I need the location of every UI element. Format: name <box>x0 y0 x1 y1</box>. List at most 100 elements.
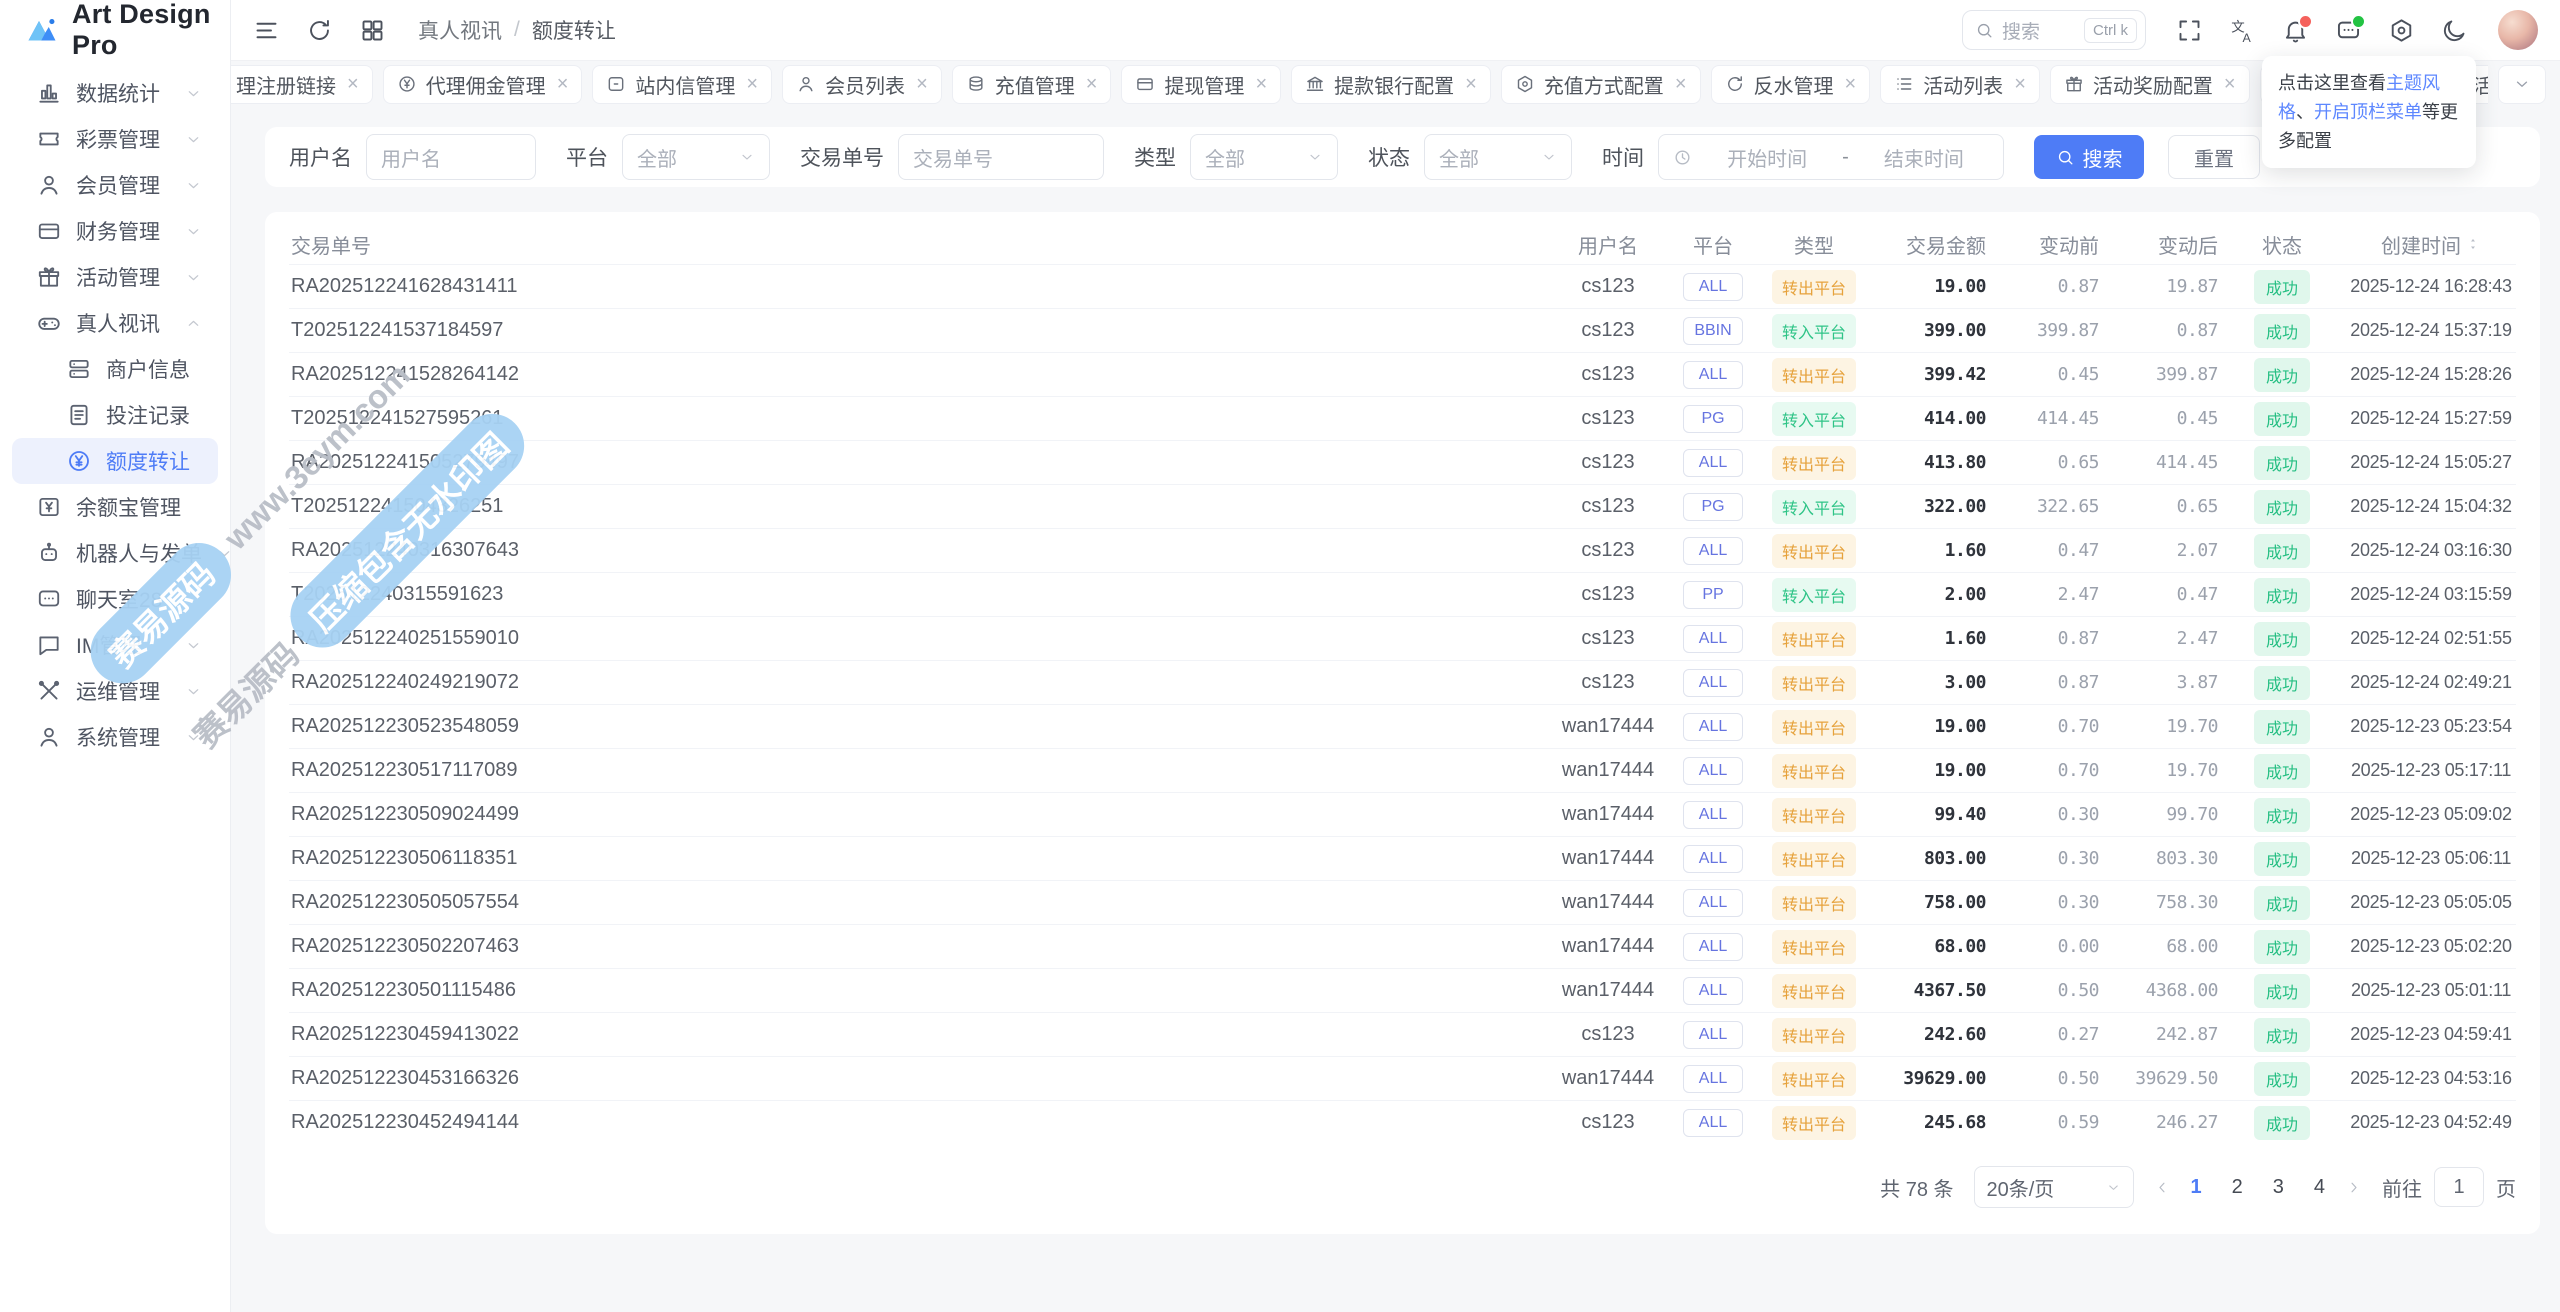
page-number-3[interactable]: 3 <box>2273 1176 2284 1199</box>
close-icon[interactable]: × <box>1845 74 1857 94</box>
close-icon[interactable]: × <box>1086 74 1098 94</box>
page-number-2[interactable]: 2 <box>2232 1176 2243 1199</box>
next-page-button[interactable] <box>2345 1179 2362 1196</box>
app-root: Art Design Pro 数据统计 彩票管理 会员管理 财务管理 活动管理 真人视讯商… <box>0 0 2560 1312</box>
tab-item[interactable]: 会员列表 × <box>782 64 942 104</box>
table-row[interactable]: RA202512240316307643 cs123 ALL 转出平台 1.60 0.47… <box>289 528 2516 572</box>
chevron-down-icon <box>185 269 202 286</box>
sidebar-item[interactable]: IM管理 <box>12 622 218 668</box>
table-row[interactable]: RA202512230505057554 wan17444 ALL 转出平台 758.0… <box>289 880 2516 924</box>
page-number-4[interactable]: 4 <box>2314 1176 2325 1199</box>
tab-item[interactable]: 反水管理 × <box>1710 64 1871 104</box>
messages-icon[interactable] <box>2335 13 2366 44</box>
user-avatar[interactable] <box>2498 10 2538 50</box>
table-row[interactable]: RA202512240249219072 cs123 ALL 转出平台 3.00 0.87… <box>289 660 2516 704</box>
close-icon[interactable]: × <box>1465 74 1477 94</box>
sidebar-item[interactable]: 聊天室28 <box>12 576 218 622</box>
table-row[interactable]: RA202512230502207463 wan17444 ALL 转出平台 68.00… <box>289 924 2516 968</box>
global-search-input[interactable]: 搜索 Ctrl k <box>1962 10 2146 50</box>
sidebar-item[interactable]: 彩票管理 <box>12 116 218 162</box>
table-row[interactable]: RA202512230453166326 wan17444 ALL 转出平台 39629… <box>289 1056 2516 1100</box>
collapse-menu-icon[interactable] <box>253 17 280 44</box>
table-row[interactable]: RA202512241505279497 cs123 ALL 转出平台 413.80 0.… <box>289 440 2516 484</box>
table-row[interactable]: RA202512230506118351 wan17444 ALL 转出平台 803.0… <box>289 836 2516 880</box>
cell-id: RA202512241628431411 <box>291 275 518 297</box>
table-row[interactable]: RA202512230501115486 wan17444 ALL 转出平台 4367.… <box>289 968 2516 1012</box>
tabs-overflow-button[interactable] <box>2498 64 2546 104</box>
close-icon[interactable]: × <box>347 74 359 94</box>
goto-page-input[interactable]: 1 <box>2434 1167 2484 1207</box>
search-button[interactable]: 搜索 <box>2034 135 2144 179</box>
tab-item[interactable]: 站内信管理 × <box>592 64 773 104</box>
status-badge: 成功 <box>2253 269 2310 304</box>
breadcrumb-parent[interactable]: 真人视讯 <box>418 15 502 45</box>
platform-select[interactable]: 全部 <box>622 134 770 180</box>
dark-mode-moon-icon[interactable] <box>2441 17 2468 44</box>
sidebar-item[interactable]: 系统管理 <box>12 714 218 760</box>
table-row[interactable]: RA202512241628431411 cs123 ALL 转出平台 19.00 0.8… <box>289 264 2516 308</box>
sidebar-item[interactable]: 数据统计 <box>12 70 218 116</box>
tooltip-text: 点击这里查看 <box>2278 73 2386 93</box>
sidebar-item[interactable]: 运维管理 <box>12 668 218 714</box>
table-row[interactable]: T202512241527595261 cs123 PG 转入平台 414.00 414.… <box>289 396 2516 440</box>
column-header-time[interactable]: 创建时间 <box>2346 230 2516 259</box>
tab-item[interactable]: 活动列表 × <box>1880 64 2040 104</box>
table-row[interactable]: RA202512230459413022 cs123 ALL 转出平台 242.60 0.… <box>289 1012 2516 1056</box>
table-row[interactable]: RA202512230452494144 cs123 ALL 转出平台 245.68 0.… <box>289 1100 2516 1144</box>
sidebar-item[interactable]: 额度转让 <box>12 438 218 484</box>
table-row[interactable]: T202512241504326251 cs123 PG 转入平台 322.00 322.… <box>289 484 2516 528</box>
close-icon[interactable]: × <box>2224 74 2236 94</box>
tab-item[interactable]: 充值方式配置 × <box>1500 64 1701 104</box>
main-region: 理注册链接 × 代理佣金管理 × 站内信管理 × 会员列表 × 充值管理 × 提现管理 × 提款银行配置… <box>231 60 2560 1312</box>
refresh-icon[interactable] <box>306 17 333 44</box>
sidebar-item-label: 真人视讯 <box>76 313 160 336</box>
sidebar-item[interactable]: 真人视讯 <box>12 300 218 346</box>
username-input[interactable]: 用户名 <box>366 134 536 180</box>
status-badge: 成功 <box>2253 1105 2310 1140</box>
table-row[interactable]: RA202512241528264142 cs123 ALL 转出平台 399.42 0.… <box>289 352 2516 396</box>
sidebar-item[interactable]: 活动管理 <box>12 254 218 300</box>
table-row[interactable]: RA202512230509024499 wan17444 ALL 转出平台 99.40… <box>289 792 2516 836</box>
cell-id: RA202512241528264142 <box>291 363 519 385</box>
chevron-down-icon <box>185 683 202 700</box>
table-row[interactable]: RA202512230523548059 wan17444 ALL 转出平台 19.00… <box>289 704 2516 748</box>
page-number-1[interactable]: 1 <box>2191 1176 2202 1199</box>
fullscreen-icon[interactable] <box>2176 17 2203 44</box>
table-row[interactable]: T202512241537184597 cs123 BBIN 转入平台 399.00 39… <box>289 308 2516 352</box>
tab-item[interactable]: 活动奖励配置 × <box>2049 64 2250 104</box>
table-row[interactable]: T202512240315591623 cs123 PP 转入平台 2.00 2.47 0.… <box>289 572 2516 616</box>
page-size-select[interactable]: 20条/页 <box>1973 1166 2134 1208</box>
settings-gear-icon[interactable] <box>2388 17 2415 44</box>
table-row[interactable]: RA202512230517117089 wan17444 ALL 转出平台 19.00… <box>289 748 2516 792</box>
txn-input[interactable]: 交易单号 <box>898 134 1104 180</box>
tab-item[interactable]: 理注册链接 × <box>231 64 373 104</box>
close-icon[interactable]: × <box>1255 74 1267 94</box>
status-select[interactable]: 全部 <box>1424 134 1572 180</box>
sidebar-item[interactable]: 财务管理 <box>12 208 218 254</box>
tab-item[interactable]: 提款银行配置 × <box>1291 64 1491 104</box>
reset-button[interactable]: 重置 <box>2168 135 2260 179</box>
time-range-picker[interactable]: 开始时间 - 结束时间 <box>1658 134 2004 180</box>
tab-item[interactable]: 充值管理 × <box>951 64 1112 104</box>
close-icon[interactable]: × <box>746 74 758 94</box>
sidebar-item[interactable]: 余额宝管理 <box>12 484 218 530</box>
tab-item[interactable]: 代理佣金管理 × <box>382 64 583 104</box>
notifications-bell-icon[interactable] <box>2282 13 2313 44</box>
sidebar-item[interactable]: 会员管理 <box>12 162 218 208</box>
close-icon[interactable]: × <box>1675 74 1687 94</box>
cell-amount: 1.60 <box>1944 540 1986 561</box>
translate-icon[interactable]: 文A <box>2229 17 2256 43</box>
tab-item[interactable]: 提现管理 × <box>1121 64 1282 104</box>
prev-page-button[interactable] <box>2154 1179 2171 1196</box>
table-row[interactable]: RA202512240251559010 cs123 ALL 转出平台 1.60 0.87… <box>289 616 2516 660</box>
close-icon[interactable]: × <box>557 74 569 94</box>
sidebar-item[interactable]: 商户信息 <box>12 346 218 392</box>
apps-grid-icon[interactable] <box>359 17 386 44</box>
close-icon[interactable]: × <box>916 74 928 94</box>
sidebar-item[interactable]: 投注记录 <box>12 392 218 438</box>
sidebar-item[interactable]: 机器人与发单 <box>12 530 230 576</box>
cell-type: 转出平台 <box>1762 533 1866 568</box>
topbar-menu-link[interactable]: 开启顶栏菜单 <box>2314 102 2422 122</box>
type-select[interactable]: 全部 <box>1190 134 1338 180</box>
close-icon[interactable]: × <box>2014 74 2026 94</box>
